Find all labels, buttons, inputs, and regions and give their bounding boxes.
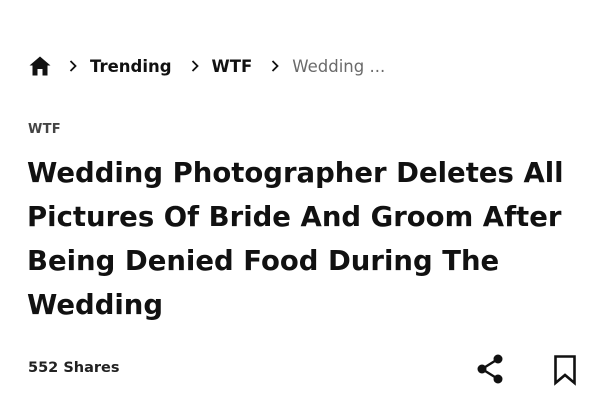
chevron-right-icon xyxy=(66,59,80,73)
bookmark-icon[interactable] xyxy=(552,354,578,386)
breadcrumb-link-wtf[interactable]: WTF xyxy=(212,57,253,76)
chevron-right-icon xyxy=(268,59,282,73)
breadcrumb-current: Wedding ... xyxy=(292,56,386,76)
share-count: 552 Shares xyxy=(28,360,120,376)
article-title: Wedding Photographer Deletes All Picture… xyxy=(27,157,564,321)
breadcrumb: Trending WTF Wedding ... xyxy=(28,52,385,80)
breadcrumb-link-trending[interactable]: Trending xyxy=(90,57,172,76)
category-label[interactable]: WTF xyxy=(28,122,61,137)
share-icon[interactable] xyxy=(474,353,506,385)
chevron-right-icon xyxy=(188,59,202,73)
article-page: Trending WTF Wedding ... WTF Wedding Pho… xyxy=(0,0,610,413)
home-icon[interactable] xyxy=(28,54,52,78)
